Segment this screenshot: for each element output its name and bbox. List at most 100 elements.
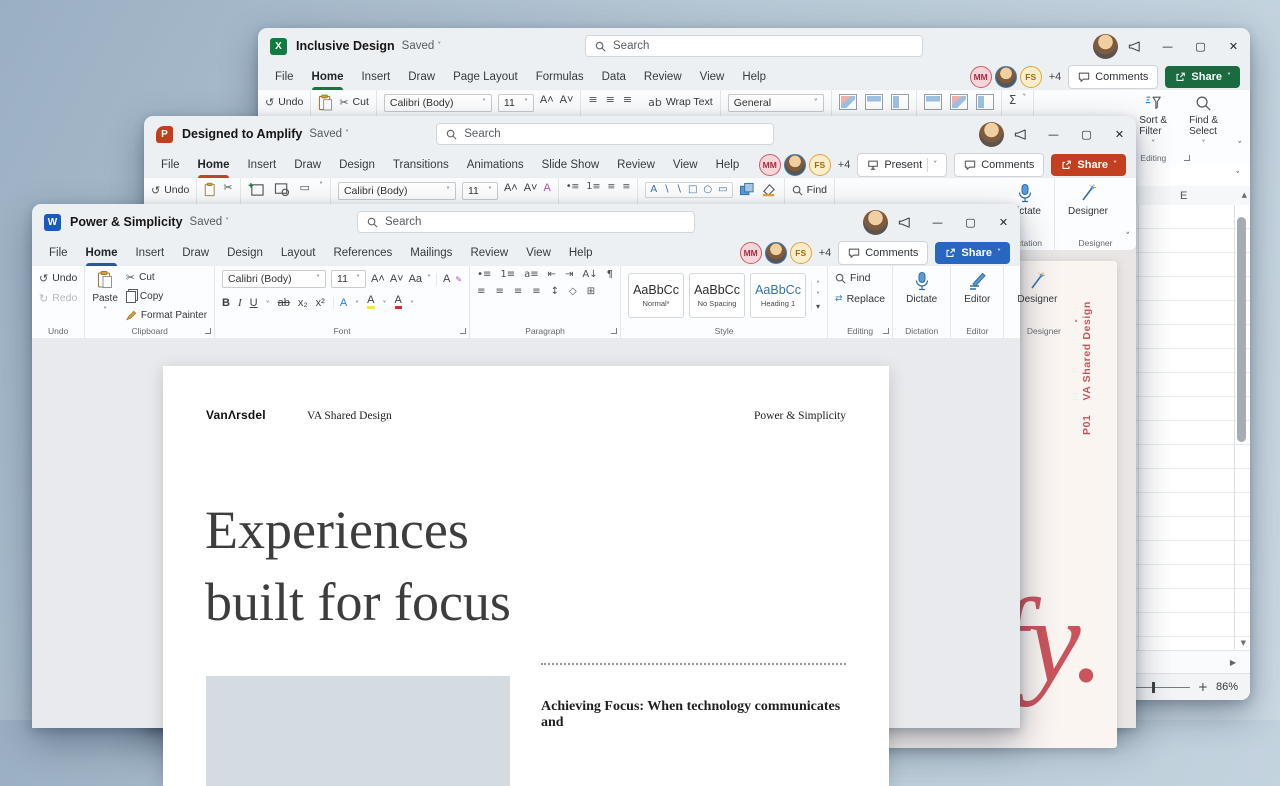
excel-saved-status[interactable]: Saved ˅ (402, 40, 442, 52)
feedback-megaphone-icon[interactable] (1118, 28, 1151, 64)
word-tab-design[interactable]: Design (218, 240, 272, 266)
paste-icon[interactable] (204, 182, 217, 198)
minimize-button[interactable]: — (1151, 28, 1184, 64)
close-button[interactable]: ✕ (987, 204, 1020, 240)
zoom-level[interactable]: 86% (1216, 681, 1238, 693)
share-button[interactable]: Share ˅ (1051, 154, 1126, 176)
cell-styles-icon[interactable] (890, 94, 909, 110)
dictate-button[interactable]: Dictate (900, 270, 943, 323)
shape-fill-icon[interactable] (761, 182, 777, 197)
style-gallery-down-icon[interactable]: ˅ (816, 291, 820, 300)
font-size-combo[interactable]: 11 ˅ (497, 94, 534, 112)
scroll-down-icon[interactable]: ▼ (1241, 640, 1246, 647)
word-tab-draw[interactable]: Draw (173, 240, 218, 266)
avatar-fs[interactable]: FS (1019, 66, 1042, 88)
dialog-launcher-icon[interactable] (460, 328, 467, 334)
user-avatar[interactable] (1093, 33, 1118, 59)
maximize-button[interactable]: ▢ (1070, 116, 1103, 152)
grow-font-button[interactable]: A˄ (540, 94, 554, 106)
paragraph-button-a[interactable]: A↓ (582, 270, 597, 280)
style-gallery-up-icon[interactable]: ˄ (816, 280, 820, 289)
paragraph-button-[interactable]: ≡ (495, 287, 503, 297)
shrink-font-button[interactable]: A˅ (560, 94, 574, 106)
paragraph-button-[interactable]: ≡ (532, 287, 540, 297)
ppt-tab-home[interactable]: Home (189, 152, 239, 178)
feedback-megaphone-icon[interactable] (1004, 116, 1037, 152)
avatar-mm[interactable]: MM (758, 154, 781, 176)
superscript-button[interactable]: x² (316, 297, 325, 309)
editor-button[interactable]: Editor (958, 270, 996, 323)
maximize-button[interactable]: ▢ (954, 204, 987, 240)
avatar-overflow-count[interactable]: +4 (1049, 71, 1062, 83)
expand-formula-bar-icon[interactable]: ˅ (1236, 172, 1241, 181)
feedback-megaphone-icon[interactable] (888, 204, 921, 240)
user-avatar[interactable] (979, 121, 1004, 147)
collapse-ribbon-icon[interactable]: ˅ (1074, 321, 1079, 330)
excel-tab-help[interactable]: Help (733, 64, 775, 90)
collapse-ribbon-icon[interactable]: ˅ (1238, 142, 1243, 151)
word-tab-file[interactable]: File (40, 240, 77, 266)
ppt-tab-transitions[interactable]: Transitions (384, 152, 458, 178)
excel-tab-insert[interactable]: Insert (352, 64, 399, 90)
designer-button[interactable]: Designer (1011, 270, 1063, 323)
text-effects-button[interactable]: A (332, 297, 347, 309)
column-header-e[interactable]: E (1180, 190, 1187, 202)
font-size-combo[interactable]: 11 ˅ (331, 270, 367, 288)
format-as-table-icon[interactable] (864, 94, 883, 110)
excel-tab-review[interactable]: Review (635, 64, 691, 90)
paragraph-button-[interactable]: ↕ (551, 287, 559, 297)
font-name-combo[interactable]: Calibri (Body) ˅ (337, 182, 456, 200)
shape-[interactable]: ∖ (663, 185, 669, 195)
excel-tab-formulas[interactable]: Formulas (527, 64, 593, 90)
vertical-scrollbar[interactable] (1237, 217, 1246, 442)
wrap-text-button[interactable]: ab Wrap Text (648, 94, 713, 110)
word-tab-home[interactable]: Home (77, 240, 127, 266)
minimize-button[interactable]: — (921, 204, 954, 240)
undo-button[interactable]: ↺ Undo (151, 182, 189, 198)
scroll-up-icon[interactable]: ▲ (1242, 192, 1247, 199)
change-case-button[interactable]: Aa (409, 273, 422, 285)
shape-[interactable]: ∖ (676, 185, 682, 195)
reuse-slides-icon[interactable] (274, 182, 291, 197)
avatar-fs[interactable]: FS (789, 242, 812, 264)
close-button[interactable]: ✕ (1103, 116, 1136, 152)
paste-button[interactable]: Paste ˅ (92, 270, 118, 323)
cut-button[interactable]: ✂ Cut (339, 94, 369, 110)
excel-tab-page-layout[interactable]: Page Layout (444, 64, 527, 90)
share-button[interactable]: Share ˅ (935, 242, 1010, 264)
word-tab-references[interactable]: References (324, 240, 401, 266)
document-page[interactable]: VanΛrsdel VA Shared Design Power & Simpl… (163, 366, 889, 786)
ppt-search-input[interactable]: Search (436, 123, 775, 145)
ppt-tab-review[interactable]: Review (608, 152, 664, 178)
find-select-button[interactable]: Find & Select ˅ (1183, 94, 1224, 150)
maximize-button[interactable]: ▢ (1184, 28, 1217, 64)
bold-button[interactable]: B (222, 297, 230, 309)
format-painter-button[interactable]: Format Painter (125, 307, 207, 323)
highlight-button[interactable]: A (367, 294, 375, 309)
avatar-mm[interactable]: MM (969, 66, 992, 88)
comments-button[interactable]: Comments (954, 153, 1045, 177)
italic-button[interactable]: I (238, 297, 242, 309)
ppt-tab-help[interactable]: Help (707, 152, 749, 178)
paragraph-button-1[interactable]: 1≡ (500, 270, 515, 280)
word-tab-insert[interactable]: Insert (126, 240, 173, 266)
paragraph-button-[interactable]: ≡ (514, 287, 522, 297)
font-color-button[interactable]: A (394, 294, 402, 309)
underline-button[interactable]: U (250, 297, 258, 309)
ppt-saved-status[interactable]: Saved ˅ (309, 128, 349, 140)
word-tab-layout[interactable]: Layout (272, 240, 325, 266)
scroll-right-icon[interactable]: ▶ (1230, 659, 1236, 667)
shrink-font-button[interactable]: A˅ (390, 273, 404, 285)
paste-icon[interactable] (318, 94, 333, 112)
user-avatar[interactable] (863, 209, 888, 235)
word-tab-review[interactable]: Review (461, 240, 517, 266)
delete-cells-icon[interactable] (949, 94, 968, 110)
avatar-fs[interactable]: FS (808, 154, 831, 176)
word-window[interactable]: W Power & Simplicity Saved ˅ Search — ▢ ✕… (32, 204, 1078, 786)
present-button[interactable]: Present ˅ (857, 153, 948, 177)
designer-button[interactable]: Designer (1062, 182, 1114, 235)
ppt-tab-insert[interactable]: Insert (238, 152, 285, 178)
paragraph-button-[interactable]: ⇥ (565, 270, 573, 280)
clear-formatting-button[interactable]: A (543, 182, 550, 194)
clear-formatting-button[interactable]: A (436, 273, 450, 285)
